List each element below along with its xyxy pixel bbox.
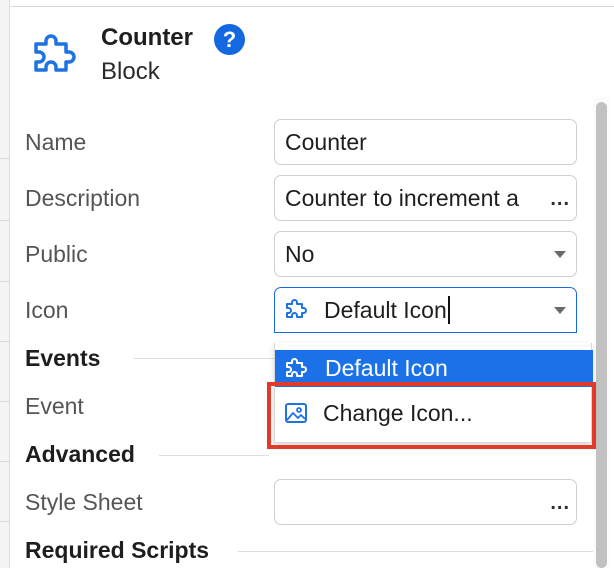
description-input-value: Counter to increment a bbox=[285, 184, 519, 211]
divider bbox=[0, 461, 10, 462]
annotation-highlight-box bbox=[267, 382, 596, 449]
divider bbox=[10, 6, 614, 7]
description-input[interactable]: Counter to increment a ... bbox=[274, 175, 577, 221]
section-advanced-title: Advanced bbox=[25, 441, 135, 467]
adjacent-panel-edge bbox=[0, 0, 10, 568]
style-sheet-label: Style Sheet bbox=[25, 489, 143, 515]
section-divider bbox=[159, 455, 269, 456]
style-sheet-more-button[interactable]: ... bbox=[550, 492, 570, 515]
puzzle-icon bbox=[34, 34, 76, 72]
public-select[interactable]: No bbox=[274, 231, 577, 277]
scrollbar-thumb[interactable] bbox=[596, 102, 607, 568]
public-label: Public bbox=[25, 241, 88, 267]
text-cursor bbox=[447, 296, 450, 324]
help-button[interactable]: ? bbox=[214, 24, 245, 55]
page-subtitle: Block bbox=[101, 58, 160, 85]
chevron-down-icon bbox=[554, 307, 566, 314]
chevron-down-icon bbox=[554, 251, 566, 258]
name-label: Name bbox=[25, 129, 87, 155]
section-divider bbox=[134, 358, 274, 359]
section-events-title: Events bbox=[25, 345, 101, 371]
description-label: Description bbox=[25, 185, 141, 211]
divider bbox=[0, 521, 10, 522]
public-select-value: No bbox=[285, 240, 315, 267]
section-divider bbox=[238, 551, 593, 552]
section-required-scripts-title: Required Scripts bbox=[25, 537, 210, 563]
divider bbox=[0, 401, 10, 402]
dropdown-option-label: Default Icon bbox=[325, 355, 448, 381]
icon-select[interactable]: Default Icon bbox=[274, 287, 577, 333]
divider bbox=[0, 220, 10, 221]
puzzle-icon bbox=[286, 299, 307, 318]
description-more-button[interactable]: ... bbox=[550, 188, 570, 211]
page-title: Counter bbox=[101, 24, 193, 51]
divider bbox=[0, 341, 10, 342]
event-label: Event bbox=[25, 393, 84, 419]
puzzle-icon bbox=[286, 357, 307, 377]
name-input[interactable]: Counter bbox=[274, 119, 577, 165]
name-input-value: Counter bbox=[285, 128, 367, 155]
icon-select-value: Default Icon bbox=[324, 296, 447, 323]
icon-label: Icon bbox=[25, 297, 69, 323]
style-sheet-input[interactable]: ... bbox=[274, 479, 577, 525]
divider bbox=[0, 158, 10, 159]
divider bbox=[0, 281, 10, 282]
